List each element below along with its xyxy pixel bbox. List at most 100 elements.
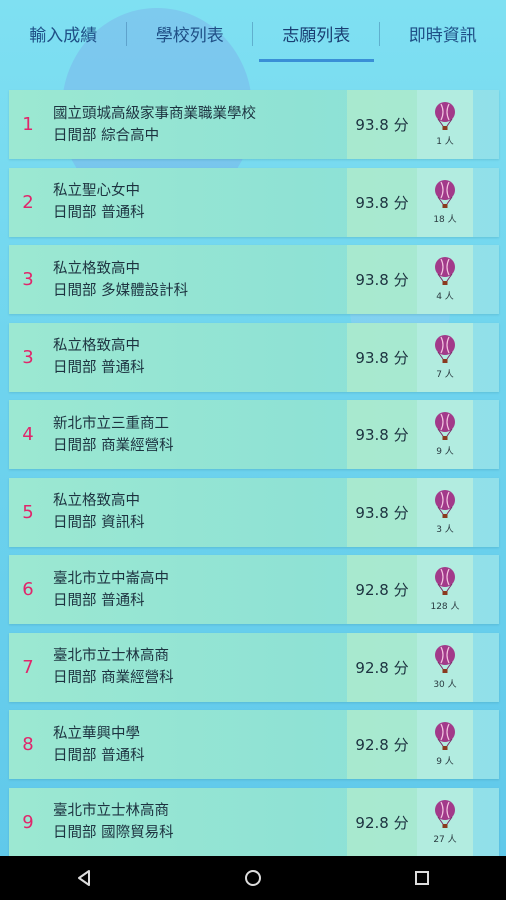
list-item[interactable]: 7 臺北市立士林高商 日間部 商業經營科 92.8 分 30 人 — [9, 632, 499, 702]
school-name: 新北市立三重商工 — [53, 415, 169, 432]
applicant-count-text: 9 人 — [436, 757, 454, 767]
tab-preference-list[interactable]: 志願列表 — [253, 0, 380, 66]
score-value: 92.8 分 — [347, 632, 417, 702]
applicant-count-text: 4 人 — [436, 292, 454, 302]
applicant-count: 9 人 — [417, 710, 473, 779]
row-edge — [473, 167, 499, 237]
balloon-icon — [435, 334, 455, 363]
school-info: 臺北市立士林高商 日間部 國際貿易科 — [47, 788, 347, 857]
row-edge — [473, 245, 499, 314]
tab-school-list[interactable]: 學校列表 — [127, 0, 253, 66]
department-name: 日間部 普通科 — [53, 592, 145, 609]
school-info: 國立頭城高級家事商業職業學校 日間部 綜合高中 — [47, 90, 347, 159]
balloon-icon — [435, 722, 455, 750]
applicant-count: 7 人 — [417, 322, 473, 392]
applicant-count: 4 人 — [417, 245, 473, 314]
school-name: 私立格致高中 — [53, 338, 140, 354]
tab-label: 學校列表 — [155, 25, 224, 46]
rank-number: 8 — [22, 734, 34, 755]
applicant-count-text: 128 人 — [430, 602, 460, 612]
list-item[interactable]: 1 國立頭城高級家事商業職業學校 日間部 綜合高中 93.8 分 1 人 — [9, 90, 499, 159]
applicant-count: 3 人 — [417, 477, 473, 547]
school-name: 臺北市立士林高商 — [53, 648, 169, 664]
score-value: 93.8 分 — [347, 477, 417, 547]
rank-number: 3 — [22, 269, 34, 290]
row-edge — [473, 90, 499, 159]
applicant-count-text: 18 人 — [433, 214, 457, 225]
school-info: 臺北市立士林高商 日間部 商業經營科 — [47, 633, 347, 702]
recents-button[interactable] — [400, 856, 444, 900]
list-item[interactable]: 5 私立格致高中 日間部 資訊科 93.8 分 3 人 — [9, 477, 499, 547]
row-edge — [473, 477, 499, 547]
balloon-icon — [435, 102, 455, 130]
list-item[interactable]: 3 私立格致高中 日間部 普通科 93.8 分 7 人 — [9, 322, 499, 392]
department-name: 日間部 普通科 — [53, 205, 145, 221]
school-info: 私立格致高中 日間部 資訊科 — [47, 478, 347, 547]
list-item[interactable]: 4 新北市立三重商工 日間部 商業經營科 93.8 分 9 人 — [9, 400, 499, 469]
school-info: 臺北市立中崙高中 日間部 普通科 — [47, 555, 347, 624]
back-button[interactable] — [62, 856, 106, 900]
row-edge — [473, 322, 499, 392]
school-name: 私立格致高中 — [53, 493, 140, 509]
applicant-count-text: 1 人 — [436, 137, 454, 147]
balloon-icon — [435, 799, 455, 828]
applicant-count-text: 27 人 — [433, 834, 457, 845]
applicant-count: 1 人 — [417, 90, 473, 159]
school-name: 私立華興中學 — [53, 725, 140, 742]
home-icon — [244, 870, 261, 886]
score-value: 93.8 分 — [347, 90, 417, 159]
score-value: 93.8 分 — [347, 167, 417, 237]
score-value: 93.8 分 — [347, 400, 417, 469]
row-edge — [473, 710, 499, 779]
rank-number: 9 — [22, 811, 34, 833]
score-value: 92.8 分 — [347, 710, 417, 779]
tab-input-scores[interactable]: 輸入成績 — [0, 0, 127, 66]
department-name: 日間部 國際貿易科 — [53, 825, 174, 841]
score-value: 93.8 分 — [347, 322, 417, 392]
rank-number: 5 — [22, 501, 34, 523]
balloon-icon — [435, 412, 455, 440]
tab-bar: 輸入成績 學校列表 志願列表 即時資訊 — [0, 0, 506, 66]
school-info: 私立華興中學 日間部 普通科 — [47, 710, 347, 779]
row-edge — [473, 400, 499, 469]
applicant-count-text: 9 人 — [436, 447, 454, 457]
back-icon — [78, 870, 91, 886]
tab-label: 志願列表 — [282, 25, 351, 46]
list-item[interactable]: 6 臺北市立中崙高中 日間部 普通科 92.8 分 128 人 — [9, 555, 499, 624]
school-name: 私立格致高中 — [53, 260, 140, 277]
list-item[interactable]: 8 私立華興中學 日間部 普通科 92.8 分 9 人 — [9, 710, 499, 779]
tab-label: 即時資訊 — [408, 25, 477, 46]
applicant-count: 128 人 — [417, 555, 473, 624]
rank-number: 2 — [22, 191, 34, 213]
score-value: 93.8 分 — [347, 245, 417, 314]
tab-live-info[interactable]: 即時資訊 — [380, 0, 506, 66]
balloon-icon — [435, 644, 455, 673]
rank-number: 7 — [22, 656, 34, 678]
applicant-count: 30 人 — [417, 632, 473, 702]
school-name: 國立頭城高級家事商業職業學校 — [53, 105, 256, 122]
balloon-icon — [435, 257, 455, 285]
school-name: 臺北市立士林高商 — [53, 803, 169, 819]
school-info: 私立格致高中 日間部 普通科 — [47, 323, 347, 392]
department-name: 日間部 普通科 — [53, 747, 145, 764]
balloon-icon — [435, 489, 455, 518]
score-value: 92.8 分 — [347, 787, 417, 857]
applicant-count-text: 7 人 — [436, 369, 454, 380]
rank-number: 3 — [22, 346, 34, 368]
school-name: 臺北市立中崙高中 — [53, 570, 169, 587]
list-item[interactable]: 2 私立聖心女中 日間部 普通科 93.8 分 18 人 — [9, 167, 499, 237]
tab-label: 輸入成績 — [29, 25, 98, 46]
score-value: 92.8 分 — [347, 555, 417, 624]
row-edge — [473, 787, 499, 857]
list-item[interactable]: 3 私立格致高中 日間部 多媒體設計科 93.8 分 4 人 — [9, 245, 499, 314]
list-item[interactable]: 9 臺北市立士林高商 日間部 國際貿易科 92.8 分 27 人 — [9, 787, 499, 857]
applicant-count: 27 人 — [417, 787, 473, 857]
department-name: 日間部 普通科 — [53, 360, 145, 376]
department-name: 日間部 綜合高中 — [53, 127, 160, 144]
school-name: 私立聖心女中 — [53, 183, 140, 199]
balloon-icon — [435, 179, 455, 208]
home-button[interactable] — [231, 856, 275, 900]
applicant-count: 18 人 — [417, 167, 473, 237]
recents-icon — [414, 871, 429, 885]
department-name: 日間部 資訊科 — [53, 515, 145, 531]
